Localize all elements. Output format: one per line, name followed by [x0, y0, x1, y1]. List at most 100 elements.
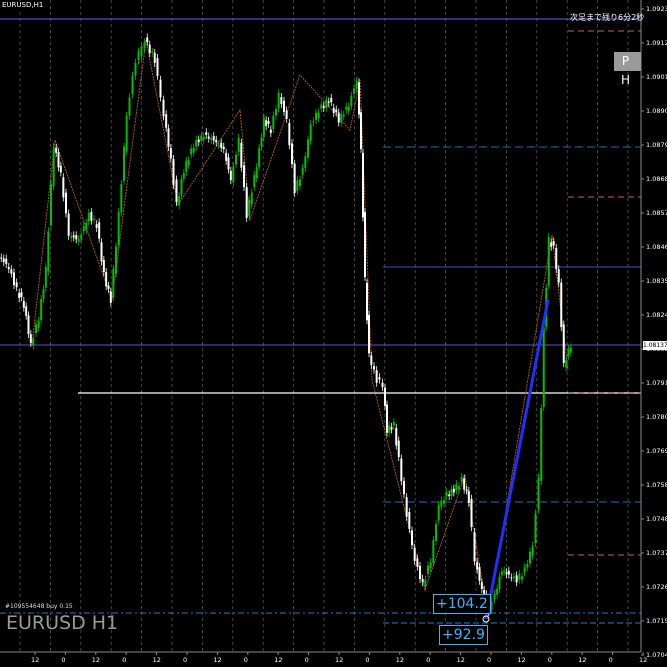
- candle-body: [105, 272, 108, 287]
- symbol-title: EURUSD,H1: [2, 1, 44, 9]
- candle-body: [388, 425, 391, 433]
- trendline[interactable]: [482, 299, 550, 623]
- candle-body: [400, 458, 403, 482]
- candle-body: [243, 165, 245, 188]
- time-tick-label: 0: [183, 656, 187, 664]
- candle-body: [248, 199, 251, 217]
- candle-body: [325, 99, 328, 108]
- price-tick-label: 1.07150: [646, 617, 667, 625]
- candle-body: [85, 222, 88, 231]
- candle-body: [342, 114, 345, 117]
- candle-body: [542, 327, 545, 408]
- candle-body: [44, 267, 47, 288]
- candle-body: [381, 382, 384, 387]
- candle-body: [448, 494, 451, 497]
- candle-body: [335, 109, 338, 113]
- candle-body: [67, 213, 70, 236]
- candle-body: [70, 236, 73, 238]
- candle-body: [513, 576, 515, 578]
- trendline-segment: [484, 299, 550, 620]
- candle-body: [269, 129, 272, 133]
- candle-body: [280, 97, 283, 105]
- candle-body: [450, 489, 453, 496]
- candle-body: [293, 163, 296, 193]
- candle-body: [296, 180, 299, 191]
- candle-body: [10, 269, 13, 274]
- candle-body: [291, 143, 293, 165]
- price-tick-label: 1.08465: [646, 243, 667, 251]
- candle-body: [182, 172, 185, 179]
- candle-body: [526, 564, 529, 568]
- candle-body: [332, 107, 335, 113]
- candle-body: [18, 292, 21, 298]
- candle-body: [159, 79, 162, 98]
- candle-body: [370, 355, 373, 365]
- candle-body: [255, 167, 258, 179]
- candle-body: [304, 156, 307, 169]
- candle-body: [123, 146, 125, 181]
- candle-body: [562, 324, 565, 364]
- candle-body: [550, 242, 553, 247]
- price-tick-label: 1.08355: [646, 277, 667, 285]
- price-chart[interactable]: 1.09235 1.09125 1.09015 1.08905 1.08795 1.086…: [0, 0, 667, 667]
- candle-body: [250, 192, 253, 205]
- candle-body: [272, 115, 275, 130]
- candle-body: [429, 562, 432, 568]
- candle-body: [112, 268, 115, 298]
- candle-body: [25, 306, 28, 316]
- candle-body: [288, 122, 291, 146]
- candle-body: [480, 582, 483, 589]
- candle-body: [540, 407, 543, 482]
- price-tick-label: 1.07040: [646, 651, 667, 659]
- candle-body: [47, 231, 50, 272]
- candle-body: [337, 112, 340, 123]
- candle-body: [411, 530, 413, 546]
- candle-body: [117, 212, 120, 246]
- candle-body: [42, 289, 45, 300]
- candle-body: [205, 132, 208, 135]
- candle-body: [207, 136, 210, 139]
- candle-body: [62, 177, 65, 198]
- candle-body: [521, 576, 523, 580]
- candle-body: [465, 489, 468, 491]
- candle-body: [510, 577, 513, 579]
- candle-body: [498, 576, 501, 590]
- time-tick-label: 0: [305, 656, 309, 664]
- candle-body: [180, 178, 183, 196]
- candle-body: [232, 166, 235, 183]
- candle-body: [285, 110, 288, 119]
- candle-body: [435, 524, 437, 542]
- candle-body: [120, 184, 123, 213]
- candle-body: [151, 52, 154, 54]
- candle-body: [115, 246, 117, 274]
- candle-body: [390, 426, 393, 430]
- candle-body: [473, 532, 476, 562]
- order-label: #109554648 buy 0.15: [5, 603, 73, 610]
- candle-body: [235, 154, 237, 165]
- candle-body: [107, 285, 110, 289]
- candle-body: [57, 152, 60, 168]
- time-tick-label: 12: [274, 656, 282, 664]
- candle-body: [7, 266, 10, 270]
- price-tick-label: 1.08245: [646, 311, 667, 319]
- candle-body: [445, 492, 448, 496]
- candle-body: [405, 497, 408, 517]
- candle-body: [421, 579, 424, 583]
- candle-body: [299, 179, 301, 186]
- candle-body: [109, 291, 112, 303]
- candle-body: [309, 124, 312, 142]
- time-tick-label: 12: [457, 656, 465, 664]
- candle-body: [167, 128, 170, 147]
- candle-body: [378, 377, 381, 380]
- candle-body: [347, 106, 350, 112]
- price-tick-label: 1.07260: [646, 583, 667, 591]
- time-tick-label: 0: [487, 656, 491, 664]
- candle-body: [90, 212, 93, 221]
- candle-body: [515, 575, 518, 583]
- candle-body: [534, 513, 537, 544]
- candle-body: [413, 547, 416, 561]
- candle-body: [265, 120, 268, 127]
- candle-body: [153, 52, 156, 63]
- candle-body: [500, 571, 503, 576]
- ph-toggle-button[interactable]: P H: [614, 52, 641, 87]
